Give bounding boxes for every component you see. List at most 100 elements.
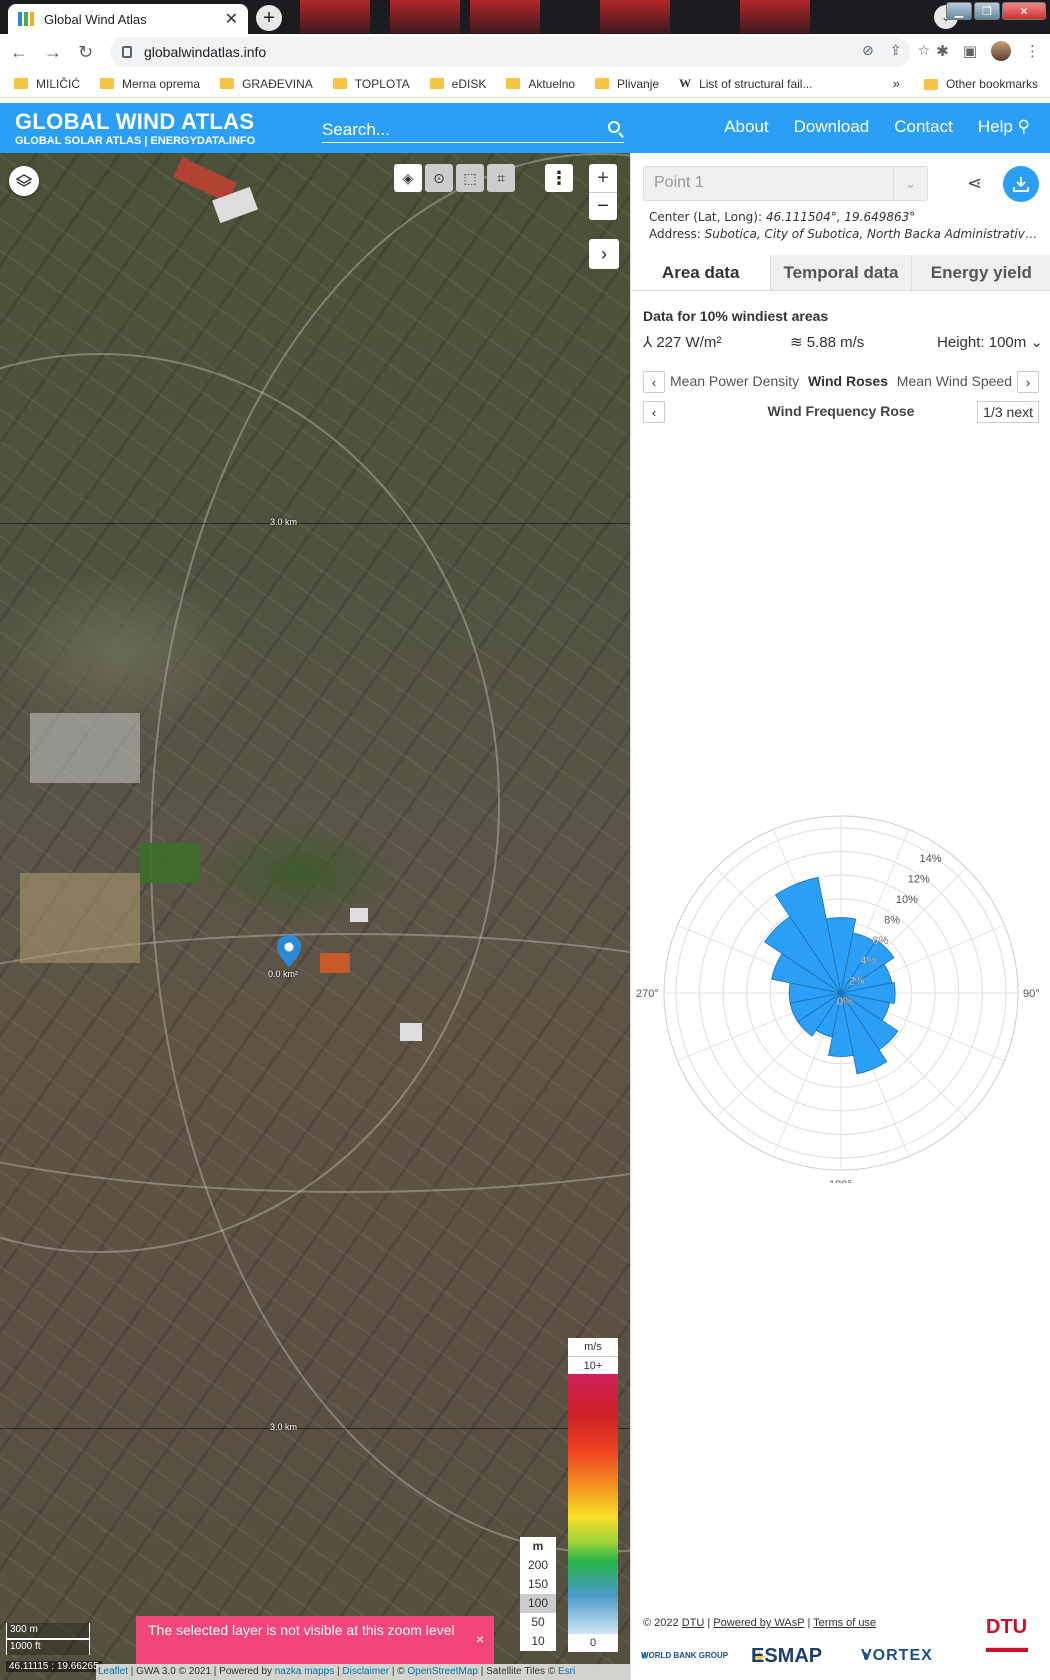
nav-help-label: Help xyxy=(977,117,1013,136)
window-close-icon[interactable]: ✕ xyxy=(1002,2,1046,20)
share-page-icon[interactable]: ⇪ xyxy=(890,42,902,59)
expand-panel-icon[interactable]: › xyxy=(589,239,619,269)
cursor-coordinates: 46.11115 : 19.66265 xyxy=(6,1661,102,1672)
bookmark-label: Aktuelno xyxy=(528,76,576,91)
bookmark-star-icon[interactable]: ☆ xyxy=(917,42,930,59)
wind-frequency-rose-chart: 0%2%4%6%8%10%12%14%0°90°180°270° xyxy=(636,815,1040,1183)
tab-temporal-data[interactable]: Temporal data xyxy=(770,255,911,290)
blurred-tab[interactable] xyxy=(390,0,460,34)
zoom-out-button[interactable]: − xyxy=(589,192,617,220)
minimize-icon[interactable]: ▁ xyxy=(946,2,972,20)
basemap-icon[interactable]: ◈ xyxy=(394,164,422,192)
leaflet-link[interactable]: Leaflet xyxy=(98,1666,128,1677)
chart-option-power-density[interactable]: Mean Power Density xyxy=(670,373,799,389)
new-tab-button[interactable]: + xyxy=(256,5,282,31)
esri-link[interactable]: Esri xyxy=(558,1666,575,1677)
height-value: Height: 100m xyxy=(937,334,1027,351)
bookmark-item[interactable]: Merna oprema xyxy=(100,77,200,91)
polygon-tool-icon[interactable]: ⌗ xyxy=(487,164,515,192)
share-icon[interactable]: ⋖ xyxy=(967,173,982,194)
extensions-icon[interactable]: ✱ xyxy=(936,42,949,60)
nav-contact[interactable]: Contact xyxy=(894,117,953,137)
blocked-content-icon[interactable]: ⊘ xyxy=(862,42,874,59)
height-option-selected[interactable]: 100 xyxy=(520,1594,556,1613)
point-select[interactable]: Point 1 ⌄ xyxy=(643,166,928,201)
menu-kebab-icon[interactable]: ⋮ xyxy=(1025,42,1040,60)
chevron-down-icon[interactable]: ⌄ xyxy=(893,167,927,200)
legend-max: 10+ xyxy=(568,1356,618,1374)
brand-title[interactable]: GLOBAL WIND ATLAS xyxy=(15,109,255,135)
turbine-icon: ⅄ xyxy=(643,334,653,351)
pin-tool-icon[interactable]: ⊙ xyxy=(425,164,453,192)
rose-angle-label: 180° xyxy=(829,1179,852,1183)
url-field[interactable]: globalwindatlas.info xyxy=(110,37,910,67)
map-menu-icon[interactable]: ⋮ xyxy=(545,164,573,192)
bookmark-item[interactable]: TOPLOTA xyxy=(332,77,410,91)
tab-area-data[interactable]: Area data xyxy=(631,255,771,290)
rectangle-tool-icon[interactable]: ⬚ xyxy=(456,164,484,192)
tab-close-icon[interactable]: ✕ xyxy=(225,9,238,29)
bookmarks-overflow-icon[interactable]: » xyxy=(893,76,900,91)
restore-icon[interactable]: ❐ xyxy=(974,2,1000,20)
search-input[interactable]: Search... xyxy=(322,117,624,143)
bookmark-item[interactable]: GRAĐEVINA xyxy=(220,77,313,91)
wasp-link[interactable]: Powered by WAsP xyxy=(713,1617,804,1629)
blurred-tab[interactable] xyxy=(740,0,810,34)
bookmark-item[interactable]: W List of structural fail... xyxy=(679,76,812,91)
height-dropdown[interactable]: Height: 100m ⌄ xyxy=(937,333,1043,351)
chevron-left-icon[interactable]: ‹ xyxy=(643,371,665,393)
map-building xyxy=(400,1023,422,1041)
toast-message: The selected layer is not visible at thi… xyxy=(148,1622,455,1638)
blurred-tab[interactable] xyxy=(600,0,670,34)
blurred-tab[interactable] xyxy=(300,0,370,34)
brand[interactable]: GLOBAL WIND ATLAS GLOBAL SOLAR ATLAS | E… xyxy=(15,109,255,147)
forward-icon[interactable]: → xyxy=(44,42,62,63)
reload-icon[interactable]: ↻ xyxy=(78,42,93,63)
rose-next-button[interactable]: 1/3 next xyxy=(977,401,1039,423)
back-icon[interactable]: ← xyxy=(10,42,28,63)
active-tab[interactable]: Global Wind Atlas ✕ xyxy=(8,4,248,34)
folder-icon xyxy=(100,78,115,89)
omnibox-icons: ⊘ ⇪ ☆ xyxy=(862,42,930,59)
bookmark-item[interactable]: MILIČIĆ xyxy=(14,77,80,91)
brand-subtitle[interactable]: GLOBAL SOLAR ATLAS | ENERGYDATA.INFO xyxy=(15,135,255,147)
height-option[interactable]: 10 xyxy=(520,1632,556,1651)
layers-button[interactable] xyxy=(9,166,39,196)
nav-help[interactable]: Help ⚲ xyxy=(978,117,1030,137)
height-option[interactable]: 150 xyxy=(520,1575,556,1594)
area-label: 0.0 km² xyxy=(268,969,299,979)
zoom-in-button[interactable]: + xyxy=(589,164,617,192)
osm-link[interactable]: OpenStreetMap xyxy=(407,1666,478,1677)
chevron-right-icon[interactable]: › xyxy=(1017,371,1039,393)
height-option[interactable]: 50 xyxy=(520,1613,556,1632)
bookmark-item[interactable]: Plivanje xyxy=(595,77,659,91)
chart-option-wind-speed[interactable]: Mean Wind Speed xyxy=(897,373,1012,389)
search-icon[interactable] xyxy=(608,121,620,133)
bookmark-item[interactable]: eDISK xyxy=(429,77,486,91)
chart-option-wind-roses[interactable]: Wind Roses xyxy=(808,373,888,389)
bookmark-item[interactable]: Aktuelno xyxy=(506,77,575,91)
terms-link[interactable]: Terms of use xyxy=(813,1617,876,1629)
location-pin-icon[interactable] xyxy=(277,935,301,967)
map-quarry xyxy=(30,713,140,783)
satellite-map[interactable]: 3.0 km 3.0 km ◈ ⊙ ⬚ ⌗ ⋮ + − › 0.0 km² m/… xyxy=(0,153,630,1680)
toast-close-icon[interactable]: × xyxy=(476,1631,484,1647)
nav-about[interactable]: About xyxy=(724,117,768,137)
dtu-link[interactable]: DTU xyxy=(682,1617,705,1629)
disclaimer-link[interactable]: Disclaimer xyxy=(342,1666,389,1677)
blurred-tab[interactable] xyxy=(470,0,540,34)
profile-avatar[interactable] xyxy=(991,41,1011,61)
bookmark-label: Other bookmarks xyxy=(945,77,1038,91)
attribution-text: | GWA 3.0 © 2021 | Powered by xyxy=(128,1666,275,1677)
tab-energy-yield[interactable]: Energy yield xyxy=(910,255,1050,290)
nav-download[interactable]: Download xyxy=(794,117,870,137)
height-option[interactable]: 200 xyxy=(520,1556,556,1575)
rose-selector: ‹ Wind Frequency Rose 1/3 next xyxy=(643,401,1039,423)
main-nav: About Download Contact Help ⚲ xyxy=(724,117,1030,137)
other-bookmarks[interactable]: Other bookmarks xyxy=(923,77,1038,91)
nazka-link[interactable]: nazka mapps xyxy=(275,1666,334,1677)
download-button[interactable] xyxy=(1003,166,1039,202)
sidepanel-icon[interactable]: ▣ xyxy=(963,42,977,60)
data-panel: Point 1 ⌄ ⋖ Center (Lat, Long): 46.11150… xyxy=(630,153,1050,1680)
location-info: Center (Lat, Long): 46.111504°, 19.64986… xyxy=(649,209,1044,243)
